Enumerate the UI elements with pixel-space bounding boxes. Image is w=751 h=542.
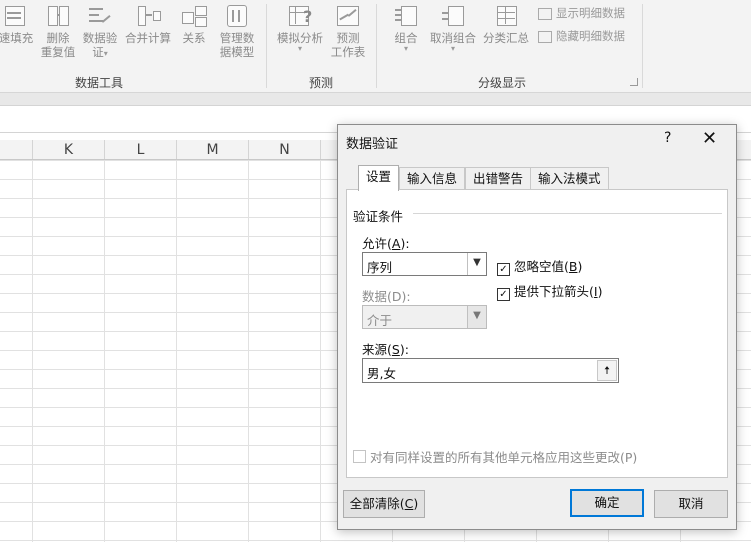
- relationships-icon: [181, 4, 207, 28]
- outline-group-label: 分级显示: [478, 76, 527, 90]
- clear-all-button[interactable]: 全部清除(C): [343, 490, 425, 518]
- settings-panel: 验证条件 允许(A): 序列 ▼ 数据(D): 介于 ▼ ✓ 忽略空值(B) ✓ 提…: [346, 189, 728, 478]
- question-mark-glyph: ?: [303, 7, 313, 26]
- data-select[interactable]: 介于 ▼: [362, 305, 487, 329]
- flash-fill-icon: [3, 4, 29, 28]
- source-input-value: 男,女: [367, 366, 396, 381]
- group-separator: [376, 4, 377, 88]
- criteria-section-label: 验证条件: [353, 209, 404, 224]
- ungroup-icon: [440, 4, 466, 28]
- source-label: 来源(S):: [362, 342, 409, 357]
- forecast-sheet-label-1: 预测: [336, 31, 360, 45]
- what-if-label: 模拟分析: [277, 31, 323, 45]
- consolidate-label: 合并计算: [125, 31, 171, 45]
- checkmark-icon[interactable]: ✓: [497, 263, 510, 276]
- remove-duplicates-label-1: 删除: [46, 31, 70, 45]
- data-select-value: 介于: [367, 313, 393, 328]
- column-header-n[interactable]: N: [249, 140, 321, 159]
- column-header-partial[interactable]: [0, 140, 33, 159]
- allow-select[interactable]: 序列 ▼: [362, 252, 487, 276]
- chevron-down-icon: ▼: [467, 306, 486, 328]
- column-header-l[interactable]: L: [105, 140, 177, 159]
- forecast-sheet-button[interactable]: 预测 工作表: [328, 4, 368, 59]
- help-icon[interactable]: ?: [664, 130, 671, 146]
- ungroup-button[interactable]: 取消组合 ▾: [428, 4, 478, 53]
- subtotal-button[interactable]: 分类汇总: [480, 4, 532, 45]
- group-label: 组合: [394, 31, 418, 45]
- flash-fill-button[interactable]: 速填充: [0, 4, 38, 45]
- cancel-button[interactable]: 取消: [654, 490, 728, 518]
- hide-detail-button[interactable]: 隐藏明细数据: [538, 28, 625, 44]
- data-validation-icon: [87, 4, 113, 28]
- group-separator: [642, 4, 643, 88]
- tab-error-alert[interactable]: 出错警告: [465, 167, 532, 190]
- dialog-title: 数据验证: [346, 137, 399, 152]
- data-model-icon: [224, 4, 250, 28]
- hide-detail-label: 隐藏明细数据: [556, 29, 625, 43]
- remove-duplicates-icon: [45, 4, 71, 28]
- allow-label: 允许(A):: [362, 236, 410, 251]
- column-header-m[interactable]: M: [177, 140, 249, 159]
- manage-data-model-label-1: 管理数: [219, 31, 255, 45]
- manage-data-model-button[interactable]: 管理数 据模型: [214, 4, 260, 59]
- chevron-down-icon: ▾: [450, 44, 455, 53]
- close-icon[interactable]: ✕: [702, 128, 717, 149]
- forecast-sheet-label-2: 工作表: [330, 45, 366, 59]
- tab-ime-mode[interactable]: 输入法模式: [530, 167, 609, 190]
- manage-data-model-label-2: 据模型: [219, 45, 255, 59]
- data-validation-label-2: 证: [92, 45, 104, 59]
- range-select-icon[interactable]: 🠅: [597, 360, 617, 381]
- relationships-label: 关系: [182, 31, 206, 45]
- what-if-analysis-button[interactable]: ? 模拟分析 ▾: [274, 4, 326, 53]
- apply-to-all-label: 对有同样设置的所有其他单元格应用这些更改(P): [370, 450, 638, 465]
- show-detail-icon: [538, 7, 552, 20]
- tab-settings[interactable]: 设置: [358, 165, 400, 191]
- show-detail-label: 显示明细数据: [556, 6, 625, 20]
- checkmark-icon[interactable]: ✓: [497, 288, 510, 301]
- ok-button[interactable]: 确定: [570, 489, 644, 517]
- in-cell-dropdown-checkbox[interactable]: ✓ 提供下拉箭头(I): [497, 281, 602, 301]
- column-header-k[interactable]: K: [33, 140, 105, 159]
- consolidate-button[interactable]: 合并计算: [122, 4, 174, 45]
- allow-select-value: 序列: [367, 260, 393, 275]
- subtotal-icon: [493, 4, 519, 28]
- consolidate-icon: [135, 4, 161, 28]
- dialog-launcher-icon[interactable]: [630, 78, 638, 86]
- section-divider: [413, 213, 722, 214]
- show-detail-button[interactable]: 显示明细数据: [538, 5, 625, 21]
- data-validation-label-1: 数据验: [82, 31, 118, 45]
- data-validation-button[interactable]: 数据验 证▾: [80, 4, 120, 59]
- ribbon: 速填充 删除 重复值 数据验 证▾ 合并计算 关系 管理数 据模型 数据工具 ?…: [0, 0, 751, 93]
- remove-duplicates-button[interactable]: 删除 重复值: [38, 4, 78, 59]
- remove-duplicates-label-2: 重复值: [40, 45, 76, 59]
- relationships-button[interactable]: 关系: [176, 4, 212, 45]
- data-validation-dialog: 数据验证 ? ✕ 设置 输入信息 出错警告 输入法模式 验证条件 允许(A): …: [337, 124, 737, 530]
- ribbon-divider-band: [0, 93, 751, 106]
- forecast-group-label: 预测: [309, 76, 334, 90]
- flash-fill-label: 速填充: [0, 31, 34, 45]
- data-label: 数据(D):: [362, 289, 411, 304]
- source-input[interactable]: 男,女 🠅: [362, 358, 619, 383]
- group-button[interactable]: 组合 ▾: [388, 4, 424, 53]
- group-separator: [266, 4, 267, 88]
- subtotal-label: 分类汇总: [483, 31, 529, 45]
- apply-to-all-checkbox[interactable]: 对有同样设置的所有其他单元格应用这些更改(P): [353, 447, 637, 466]
- ignore-blank-checkbox[interactable]: ✓ 忽略空值(B): [497, 256, 582, 276]
- data-tools-group-label: 数据工具: [75, 76, 124, 90]
- forecast-sheet-icon: [335, 4, 361, 28]
- hide-detail-icon: [538, 30, 552, 43]
- group-icon: [393, 4, 419, 28]
- ungroup-label: 取消组合: [430, 31, 476, 45]
- chevron-down-icon[interactable]: ▼: [467, 253, 486, 275]
- chevron-down-icon: ▾: [103, 49, 108, 58]
- checkbox-box[interactable]: [353, 450, 366, 463]
- chevron-down-icon: ▾: [297, 44, 302, 53]
- what-if-icon: ?: [287, 4, 313, 28]
- chevron-down-icon: ▾: [403, 44, 408, 53]
- tab-input-message[interactable]: 输入信息: [399, 167, 466, 190]
